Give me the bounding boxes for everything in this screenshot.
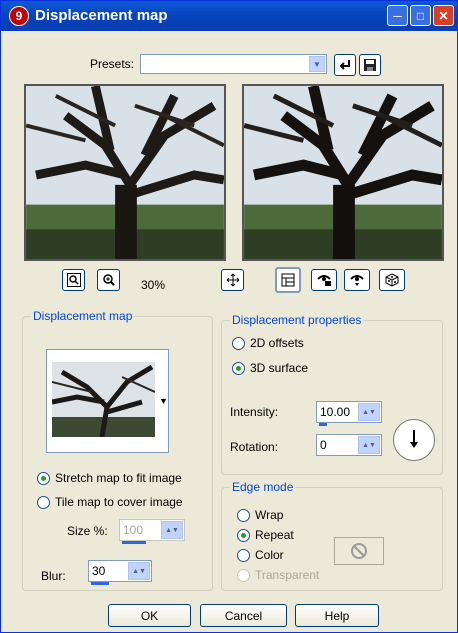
zoom-in-button[interactable] <box>97 269 120 291</box>
maximize-icon: □ <box>416 8 425 23</box>
presets-label: Presets: <box>90 57 135 71</box>
dial-arrow-icon <box>410 430 418 448</box>
help-button[interactable]: Help <box>295 604 379 627</box>
rotation-value: 0 <box>320 438 327 452</box>
tree-image <box>244 86 442 259</box>
no-color-icon <box>351 543 367 559</box>
before-preview[interactable] <box>24 84 226 261</box>
save-preset-icon <box>364 59 376 71</box>
map-thumbnail-dropdown[interactable]: ▼ <box>46 349 169 453</box>
zoom-in-icon <box>102 274 115 286</box>
3d-surface-label: 3D surface <box>250 361 309 375</box>
blur-label: Blur: <box>41 569 66 583</box>
intensity-spinner[interactable]: 10.00 ▲▼ <box>316 401 382 426</box>
load-preset-icon <box>339 60 350 70</box>
pan-icon <box>226 273 239 287</box>
intensity-value: 10.00 <box>320 405 351 419</box>
proof-button[interactable] <box>275 267 301 293</box>
size-slider-bar[interactable] <box>122 541 146 544</box>
tile-map-label: Tile map to cover image <box>55 495 183 509</box>
2d-offsets-option[interactable]: 2D offsets <box>232 336 304 350</box>
color-option[interactable]: Color <box>237 548 284 562</box>
2d-offsets-label: 2D offsets <box>250 336 304 350</box>
proof-icon <box>281 273 295 287</box>
color-label: Color <box>255 548 284 562</box>
app-icon: 9 <box>9 6 29 26</box>
tree-image <box>26 86 224 259</box>
size-spinner[interactable]: 100 ▲▼ <box>119 519 185 544</box>
spin-icon[interactable]: ▲▼ <box>161 521 183 539</box>
edge-mode-title: Edge mode <box>230 480 296 494</box>
rotation-spinner[interactable]: 0 ▲▼ <box>316 434 382 456</box>
size-label: Size %: <box>67 524 108 538</box>
spin-icon[interactable]: ▲▼ <box>128 562 150 580</box>
stretch-map-option[interactable]: Stretch map to fit image <box>37 471 182 485</box>
chevron-down-icon[interactable]: ▼ <box>309 56 325 72</box>
randomize-icon <box>385 273 399 287</box>
minimize-button[interactable]: ─ <box>387 5 408 26</box>
zoom-fit-icon <box>66 273 81 287</box>
close-button[interactable]: ✕ <box>433 5 454 26</box>
repeat-label: Repeat <box>255 528 294 542</box>
zoom-level: 30% <box>141 278 166 292</box>
spin-icon[interactable]: ▲▼ <box>358 403 380 421</box>
intensity-slider-bar[interactable] <box>319 423 327 426</box>
wrap-label: Wrap <box>255 508 284 522</box>
displacement-map-title: Displacement map <box>31 309 135 323</box>
after-preview[interactable] <box>242 84 444 261</box>
3d-surface-option[interactable]: 3D surface <box>232 361 308 375</box>
help-label: Help <box>324 608 350 623</box>
cancel-button[interactable]: Cancel <box>200 604 287 627</box>
spin-icon[interactable]: ▲▼ <box>358 436 380 454</box>
ok-label: OK <box>140 608 159 623</box>
radio-dot <box>237 568 250 582</box>
tree-map-image <box>52 362 155 437</box>
radio-dot[interactable] <box>237 528 250 542</box>
radio-dot[interactable] <box>37 471 50 485</box>
pan-button[interactable] <box>221 269 244 291</box>
rotation-label: Rotation: <box>230 440 279 454</box>
blur-spinner[interactable]: 30 ▲▼ <box>88 560 152 585</box>
cancel-label: Cancel <box>224 608 263 623</box>
radio-dot[interactable] <box>232 361 245 375</box>
radio-dot[interactable] <box>237 508 250 522</box>
edge-color-swatch[interactable] <box>334 537 384 565</box>
ok-button[interactable]: OK <box>108 604 191 627</box>
displacement-properties-title: Displacement properties <box>230 313 364 327</box>
stretch-map-label: Stretch map to fit image <box>55 471 182 485</box>
window-title: Displacement map <box>35 7 168 24</box>
reset-button[interactable] <box>344 269 370 291</box>
transparent-label: Transparent <box>255 568 320 582</box>
intensity-label: Intensity: <box>230 405 279 419</box>
save-preset-button[interactable] <box>359 54 381 76</box>
caret-down-icon[interactable]: ▼ <box>159 396 168 406</box>
presets-dropdown[interactable]: ▼ <box>140 54 327 74</box>
title-bar[interactable]: 9 Displacement map ─ □ ✕ <box>1 1 457 31</box>
maximize-button[interactable]: □ <box>410 5 431 26</box>
repeat-option[interactable]: Repeat <box>237 528 294 542</box>
radio-dot[interactable] <box>232 336 245 350</box>
size-value: 100 <box>123 523 144 537</box>
randomize-button[interactable] <box>379 269 405 291</box>
load-preset-button[interactable] <box>334 54 356 76</box>
wrap-option[interactable]: Wrap <box>237 508 283 522</box>
reset-icon <box>350 275 364 286</box>
radio-dot[interactable] <box>237 548 250 562</box>
blur-slider-bar[interactable] <box>91 582 109 585</box>
dialog-window: 9 Displacement map ─ □ ✕ Presets: ▼ 30% … <box>0 0 458 633</box>
blur-value: 30 <box>92 564 106 578</box>
tile-map-option[interactable]: Tile map to cover image <box>37 495 183 509</box>
auto-proof-icon <box>317 275 331 286</box>
close-icon: ✕ <box>438 8 449 23</box>
transparent-option: Transparent <box>237 568 319 582</box>
minimize-icon: ─ <box>393 8 402 23</box>
rotation-dial[interactable] <box>393 419 435 461</box>
auto-proof-button[interactable] <box>311 269 337 291</box>
radio-dot[interactable] <box>37 495 50 509</box>
map-thumbnail <box>52 362 155 437</box>
zoom-fit-button[interactable] <box>62 269 85 291</box>
